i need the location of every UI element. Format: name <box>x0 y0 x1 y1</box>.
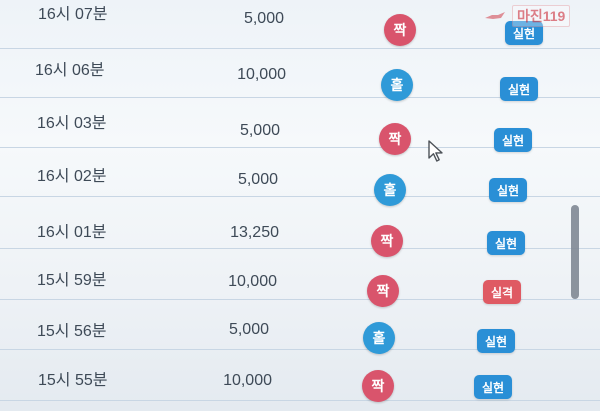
table-row: 15시 59분 10,000 짝 실격 <box>0 251 600 307</box>
table-row: 16시 06분 10,000 홀 실현 <box>0 49 600 101</box>
row-amount: 10,000 <box>223 372 272 389</box>
watermark-brand-text: 마진119 <box>512 5 571 27</box>
pick-badge: 홀 <box>363 322 395 354</box>
table-row: 16시 03분 5,000 짝 실현 <box>0 99 600 155</box>
result-badge: 실현 <box>500 77 539 101</box>
mouse-pointer-icon <box>428 140 443 162</box>
result-badge: 실현 <box>474 375 513 399</box>
pick-badge: 홀 <box>381 69 413 101</box>
row-time: 15시 56분 <box>37 323 107 340</box>
row-time: 15시 55분 <box>38 372 108 389</box>
row-time: 16시 03분 <box>37 115 107 132</box>
brand-watermark-icon <box>485 12 505 19</box>
result-badge: 실현 <box>489 178 528 202</box>
row-amount: 10,000 <box>237 66 286 83</box>
vertical-scrollbar-thumb[interactable] <box>571 205 579 299</box>
table-row: 15시 55분 10,000 짝 실현 <box>0 352 600 402</box>
table-row: 16시 02분 5,000 홀 실현 <box>0 148 600 206</box>
table-row: 16시 01분 13,250 짝 실현 <box>0 200 600 257</box>
result-badge: 실현 <box>477 329 516 353</box>
row-time: 16시 01분 <box>37 224 107 241</box>
row-amount: 10,000 <box>228 273 277 290</box>
row-amount: 5,000 <box>237 171 278 188</box>
table-row: 15시 56분 5,000 홀 실현 <box>0 301 600 354</box>
row-time: 16시 02분 <box>37 168 107 185</box>
pick-badge: 짝 <box>384 14 416 46</box>
row-time: 16시 06분 <box>35 62 105 79</box>
row-time: 16시 07분 <box>38 6 108 23</box>
row-amount: 5,000 <box>239 122 280 139</box>
row-amount: 5,000 <box>243 10 284 27</box>
brand-watermark: 마진119 <box>484 4 594 28</box>
row-amount: 13,250 <box>230 224 279 241</box>
pick-badge: 짝 <box>362 370 394 402</box>
results-screen: 16시 07분 5,000 짝 실현 16시 06분 10,000 홀 실현 1… <box>0 0 600 411</box>
row-amount: 5,000 <box>228 321 269 338</box>
row-time: 15시 59분 <box>37 272 107 289</box>
